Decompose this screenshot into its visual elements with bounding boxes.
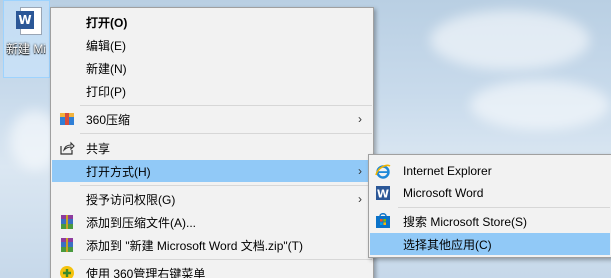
menu-item-label: 新建(N) [86,61,127,76]
menu-item-add-to-zip[interactable]: 添加到 "新建 Microsoft Word 文档.zip"(T) [52,234,372,256]
desktop-icon-word-document[interactable]: W 新建 Microsoft Word 文档 [3,0,50,78]
submenu-item-label: 选择其他应用(C) [403,237,492,252]
menu-separator [80,185,372,186]
submenu-item-label: Internet Explorer [403,164,492,178]
menu-item-label: 编辑(E) [86,38,126,53]
360-manage-icon [59,265,75,278]
word-icon: W [375,185,391,201]
context-menu: 打开(O) 编辑(E) 新建(N) 打印(P) 360压缩 › 共享 打开方式(… [50,7,374,278]
menu-item-open[interactable]: 打开(O) [52,11,372,33]
menu-separator [80,259,372,260]
menu-item-label: 授予访问权限(G) [86,192,176,207]
word-document-icon: W [16,11,34,29]
menu-item-label: 共享 [86,141,111,156]
desktop: { "desktop_icon": { "caption": "新建 Micro… [0,0,611,278]
menu-item-grant-access[interactable]: 授予访问权限(G) › [52,188,372,210]
submenu-item-microsoft-word[interactable]: W Microsoft Word [370,182,610,204]
chevron-right-icon: › [358,164,362,178]
winrar-icon [59,237,75,253]
share-icon [59,140,75,156]
menu-item-open-with[interactable]: 打开方式(H) › [52,160,372,182]
menu-item-share[interactable]: 共享 [52,137,372,159]
menu-item-label: 打开方式(H) [86,164,151,179]
submenu-item-label: Microsoft Word [403,186,484,200]
menu-item-edit[interactable]: 编辑(E) [52,34,372,56]
menu-item-label: 使用 360管理右键菜单 [86,266,206,278]
menu-item-label: 添加到 "新建 Microsoft Word 文档.zip"(T) [86,238,303,253]
menu-item-print[interactable]: 打印(P) [52,80,372,102]
cloud [430,10,590,70]
svg-text:W: W [377,188,389,201]
cloud [470,80,610,130]
internet-explorer-icon [375,163,391,179]
menu-item-360-manage[interactable]: 使用 360管理右键菜单 [52,262,372,278]
menu-item-label: 打印(P) [86,84,126,99]
submenu-item-internet-explorer[interactable]: Internet Explorer [370,160,610,182]
menu-item-label: 添加到压缩文件(A)... [86,215,196,230]
360-compress-icon [59,111,75,127]
chevron-right-icon: › [358,112,362,126]
microsoft-store-icon [375,213,391,229]
winrar-icon [59,214,75,230]
menu-item-add-to-archive[interactable]: 添加到压缩文件(A)... [52,211,372,233]
menu-item-label: 打开(O) [86,15,128,30]
desktop-icon-caption: 新建 Microsoft Word 文档 [6,42,46,56]
menu-separator [80,105,372,106]
menu-item-label: 360压缩 [86,112,131,127]
menu-item-new[interactable]: 新建(N) [52,57,372,79]
menu-separator [398,207,610,208]
chevron-right-icon: › [358,192,362,206]
open-with-submenu: Internet Explorer W Microsoft Word 搜索 Mi… [368,154,611,258]
menu-separator [80,133,372,134]
submenu-item-choose-other-app[interactable]: 选择其他应用(C) [370,233,610,255]
submenu-item-label: 搜索 Microsoft Store(S) [403,214,528,229]
menu-item-360-compress[interactable]: 360压缩 › [52,108,372,130]
submenu-item-search-store[interactable]: 搜索 Microsoft Store(S) [370,210,610,232]
